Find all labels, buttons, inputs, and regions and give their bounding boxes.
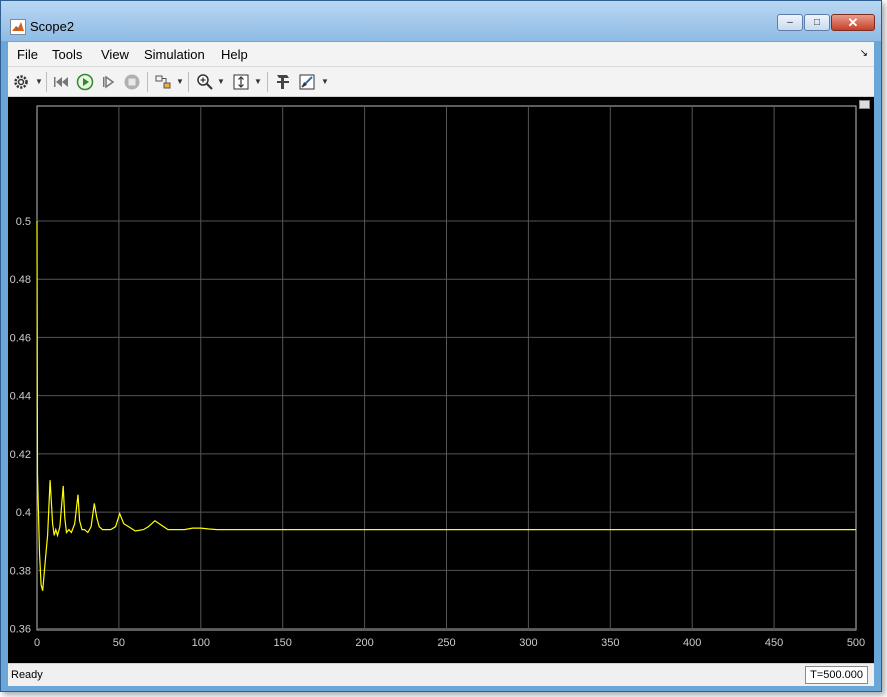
toolbar-separator bbox=[267, 72, 268, 92]
x-tick-label: 350 bbox=[601, 637, 619, 649]
stop-icon[interactable] bbox=[123, 73, 141, 91]
close-button[interactable]: ✕ bbox=[831, 14, 875, 31]
toolbar-separator bbox=[46, 72, 47, 92]
maximize-button[interactable]: □ bbox=[804, 14, 830, 31]
highlight-block-icon[interactable] bbox=[154, 73, 172, 91]
step-forward-icon[interactable] bbox=[100, 73, 118, 91]
x-tick-label: 450 bbox=[765, 637, 783, 649]
toolbar-separator bbox=[188, 72, 189, 92]
simulation-time: T=500.000 bbox=[805, 666, 868, 684]
settings-dropdown-icon[interactable]: ▼ bbox=[35, 77, 43, 86]
y-tick-label: 0.5 bbox=[16, 216, 31, 228]
y-tick-label: 0.46 bbox=[10, 332, 31, 344]
window-title: Scope2 bbox=[30, 19, 75, 34]
menu-bar: File Tools View Simulation Help ↘ bbox=[8, 42, 874, 67]
y-tick-label: 0.44 bbox=[10, 391, 31, 403]
x-tick-label: 500 bbox=[847, 637, 865, 649]
zoom-dropdown-icon[interactable]: ▼ bbox=[217, 77, 225, 86]
y-tick-label: 0.48 bbox=[10, 274, 31, 286]
cursor-measure-icon[interactable] bbox=[298, 73, 316, 91]
menu-simulation[interactable]: Simulation bbox=[144, 47, 205, 62]
y-tick-label: 0.42 bbox=[10, 449, 31, 461]
x-tick-label: 100 bbox=[192, 637, 210, 649]
style-icon[interactable] bbox=[274, 73, 292, 91]
menu-tools[interactable]: Tools bbox=[52, 47, 82, 62]
y-tick-label: 0.36 bbox=[10, 624, 31, 636]
x-tick-label: 50 bbox=[113, 637, 125, 649]
x-tick-label: 150 bbox=[274, 637, 292, 649]
minimize-button[interactable]: ‒ bbox=[777, 14, 803, 31]
toolbar: ▼ ▼ ▼ ▼ ▼ bbox=[8, 67, 874, 97]
x-tick-label: 300 bbox=[519, 637, 537, 649]
close-icon: ✕ bbox=[847, 14, 859, 30]
x-tick-label: 0 bbox=[34, 637, 40, 649]
gear-icon[interactable] bbox=[12, 73, 30, 91]
undock-axes-icon[interactable] bbox=[859, 100, 870, 109]
scope-plot-area[interactable]: 0 50 100 150 200 250 300 350 400 450 500 0.36 0.38 0.… bbox=[8, 97, 874, 663]
zoom-in-icon[interactable] bbox=[196, 73, 214, 91]
scope-plot[interactable]: 0 50 100 150 200 250 300 350 400 450 500 0.36 0.38 0.… bbox=[8, 97, 874, 663]
x-tick-label: 200 bbox=[355, 637, 373, 649]
menu-view[interactable]: View bbox=[101, 47, 129, 62]
window-controls: ‒ □ ✕ bbox=[776, 14, 875, 33]
x-tick-label: 250 bbox=[437, 637, 455, 649]
measure-dropdown-icon[interactable]: ▼ bbox=[321, 77, 329, 86]
toolbar-separator bbox=[147, 72, 148, 92]
y-tick-label: 0.38 bbox=[10, 565, 31, 577]
status-bar: Ready T=500.000 bbox=[8, 663, 874, 686]
highlight-dropdown-icon[interactable]: ▼ bbox=[176, 77, 184, 86]
menu-help[interactable]: Help bbox=[221, 47, 248, 62]
menu-file[interactable]: File bbox=[17, 47, 38, 62]
y-tick-label: 0.4 bbox=[16, 507, 31, 519]
scope-window: Scope2 ‒ □ ✕ File Tools View Simulation … bbox=[0, 0, 882, 692]
scale-axes-icon[interactable] bbox=[232, 73, 250, 91]
title-bar[interactable]: Scope2 ‒ □ ✕ bbox=[1, 1, 881, 41]
scale-dropdown-icon[interactable]: ▼ bbox=[254, 77, 262, 86]
minimize-icon: ‒ bbox=[787, 17, 793, 28]
status-text: Ready bbox=[11, 669, 43, 681]
matlab-logo-icon bbox=[10, 19, 26, 35]
maximize-icon: □ bbox=[813, 17, 821, 28]
run-icon[interactable] bbox=[76, 73, 94, 91]
menu-overflow-icon[interactable]: ↘ bbox=[860, 48, 868, 59]
x-tick-label: 400 bbox=[683, 637, 701, 649]
step-back-icon[interactable] bbox=[53, 73, 71, 91]
